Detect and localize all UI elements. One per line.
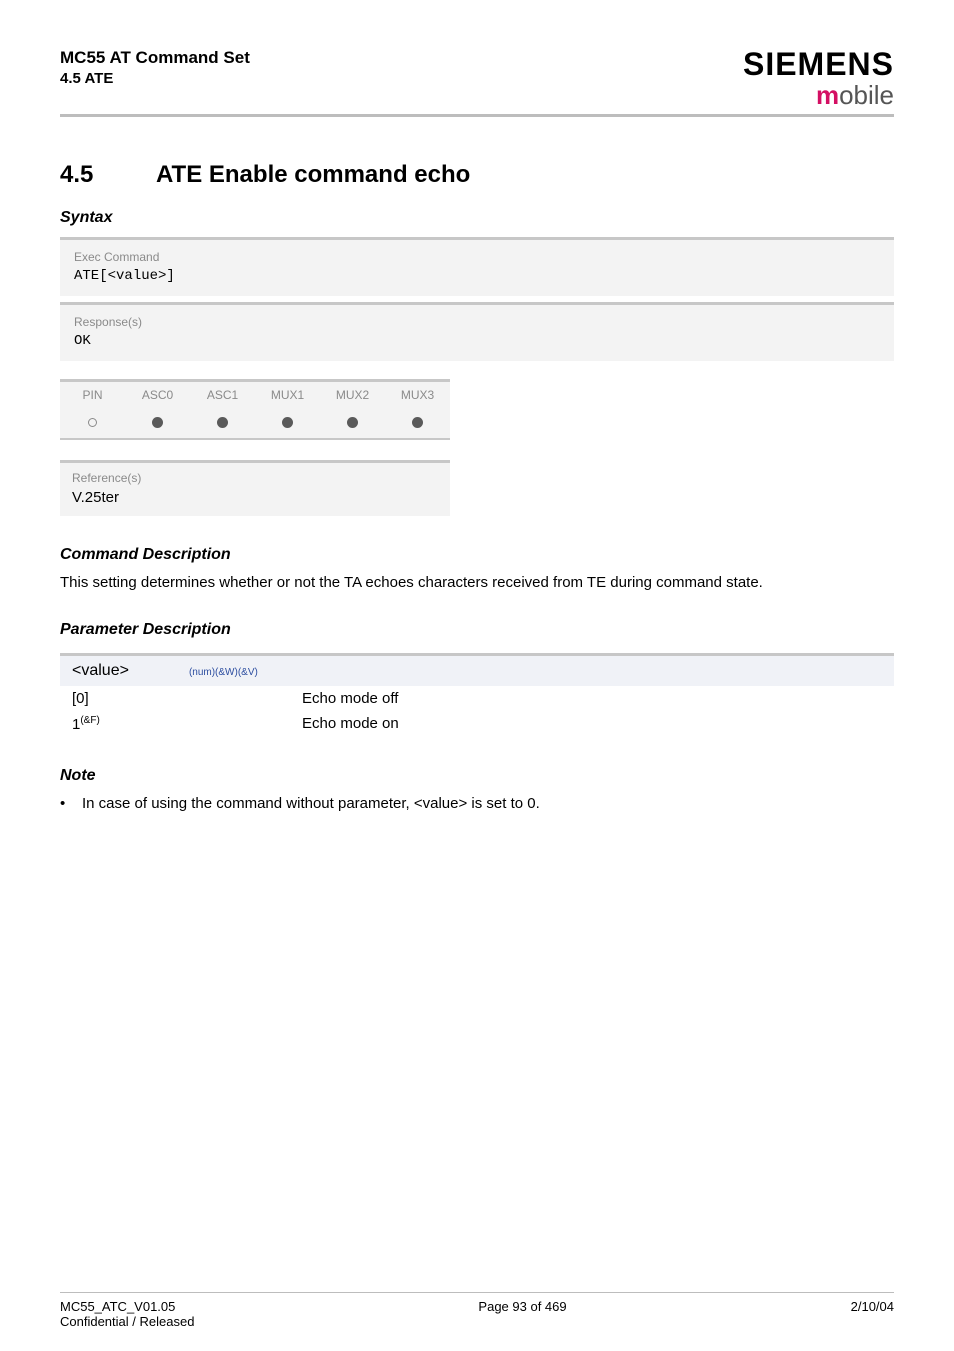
parameter-tag: (num)(&W)(&V) (189, 667, 258, 678)
note-text-param: <value> (414, 795, 467, 812)
pin-dot-1 (125, 408, 190, 438)
page-footer: MC55_ATC_V01.05 Confidential / Released … (60, 1292, 894, 1329)
syntax-heading: Syntax (60, 209, 894, 227)
mobile-m: m (816, 80, 839, 110)
parameter-description-heading: Parameter Description (60, 621, 894, 639)
pin-table: PIN ASC0 ASC1 MUX1 MUX2 MUX3 (60, 379, 450, 440)
pin-col-4: MUX2 (320, 382, 385, 408)
pin-dot-5 (385, 408, 450, 438)
pin-col-3: MUX1 (255, 382, 320, 408)
header-divider (60, 114, 894, 117)
mobile-rest: obile (839, 80, 894, 110)
command-description-heading: Command Description (60, 546, 894, 564)
reference-label: Reference(s) (72, 471, 438, 485)
note-list: • In case of using the command without p… (60, 795, 894, 812)
mobile-wordmark: mobile (743, 82, 894, 108)
bullet-icon: • (60, 795, 72, 812)
command-description-text: This setting determines whether or not t… (60, 574, 894, 591)
pin-col-2: ASC1 (190, 382, 255, 408)
pin-dot-row (60, 408, 450, 438)
page-header: MC55 AT Command Set 4.5 ATE SIEMENS mobi… (60, 48, 894, 108)
siemens-wordmark: SIEMENS (743, 48, 894, 80)
pin-col-5: MUX3 (385, 382, 450, 408)
response-text: OK (74, 333, 880, 349)
pin-dot-0 (60, 408, 125, 438)
response-box: Response(s) OK (60, 302, 894, 361)
pin-dot-3 (255, 408, 320, 438)
parameter-box: <value> (num)(&W)(&V) [0] Echo mode off 1… (60, 653, 894, 737)
exec-suffix: ] (166, 268, 174, 284)
note-text: In case of using the command without par… (82, 795, 540, 812)
pin-col-0: PIN (60, 382, 125, 408)
reference-value: V.25ter (72, 489, 438, 506)
param-value-1-sup: (&F) (80, 715, 99, 726)
note-text-a: In case of using the command without par… (82, 795, 414, 812)
section-title-text: ATE Enable command echo (156, 161, 470, 188)
footer-date: 2/10/04 (851, 1299, 894, 1329)
header-left: MC55 AT Command Set 4.5 ATE (60, 48, 250, 87)
note-heading: Note (60, 767, 894, 785)
param-value-1: 1(&F) (72, 715, 302, 733)
footer-version: MC55_ATC_V01.05 (60, 1299, 194, 1314)
section-number: 4.5 (60, 161, 156, 189)
footer-left: MC55_ATC_V01.05 Confidential / Released (60, 1299, 194, 1329)
circle-filled-icon (412, 417, 423, 428)
pin-dot-2 (190, 408, 255, 438)
reference-box: Reference(s) V.25ter (60, 460, 450, 516)
section-heading: 4.5ATE Enable command echo (60, 161, 894, 189)
param-desc-0: Echo mode off (302, 690, 882, 707)
circle-filled-icon (347, 417, 358, 428)
circle-filled-icon (217, 417, 228, 428)
param-desc-1: Echo mode on (302, 715, 882, 733)
exec-prefix: ATE[ (74, 268, 108, 284)
parameter-rows: [0] Echo mode off 1(&F) Echo mode on (60, 686, 894, 737)
circle-filled-icon (282, 417, 293, 428)
exec-command: ATE[<value>] (74, 268, 880, 284)
note-text-b: is set to 0. (467, 795, 540, 812)
parameter-header: <value> (num)(&W)(&V) (60, 656, 894, 686)
doc-subtitle: 4.5 ATE (60, 70, 250, 87)
exec-param: <value> (108, 268, 167, 284)
parameter-name: <value> (72, 662, 129, 679)
doc-title: MC55 AT Command Set (60, 48, 250, 68)
param-row-1: 1(&F) Echo mode on (60, 711, 894, 737)
exec-label: Exec Command (74, 250, 880, 264)
response-label: Response(s) (74, 315, 880, 329)
footer-confidential: Confidential / Released (60, 1314, 194, 1329)
brand-logo: SIEMENS mobile (743, 48, 894, 108)
circle-filled-icon (152, 417, 163, 428)
exec-command-box: Exec Command ATE[<value>] (60, 237, 894, 296)
pin-header-row: PIN ASC0 ASC1 MUX1 MUX2 MUX3 (60, 382, 450, 408)
circle-open-icon (88, 418, 97, 427)
pin-dot-4 (320, 408, 385, 438)
param-value-0: [0] (72, 690, 302, 707)
param-row-0: [0] Echo mode off (60, 686, 894, 711)
note-item: • In case of using the command without p… (60, 795, 894, 812)
pin-col-1: ASC0 (125, 382, 190, 408)
footer-page: Page 93 of 469 (194, 1299, 850, 1329)
